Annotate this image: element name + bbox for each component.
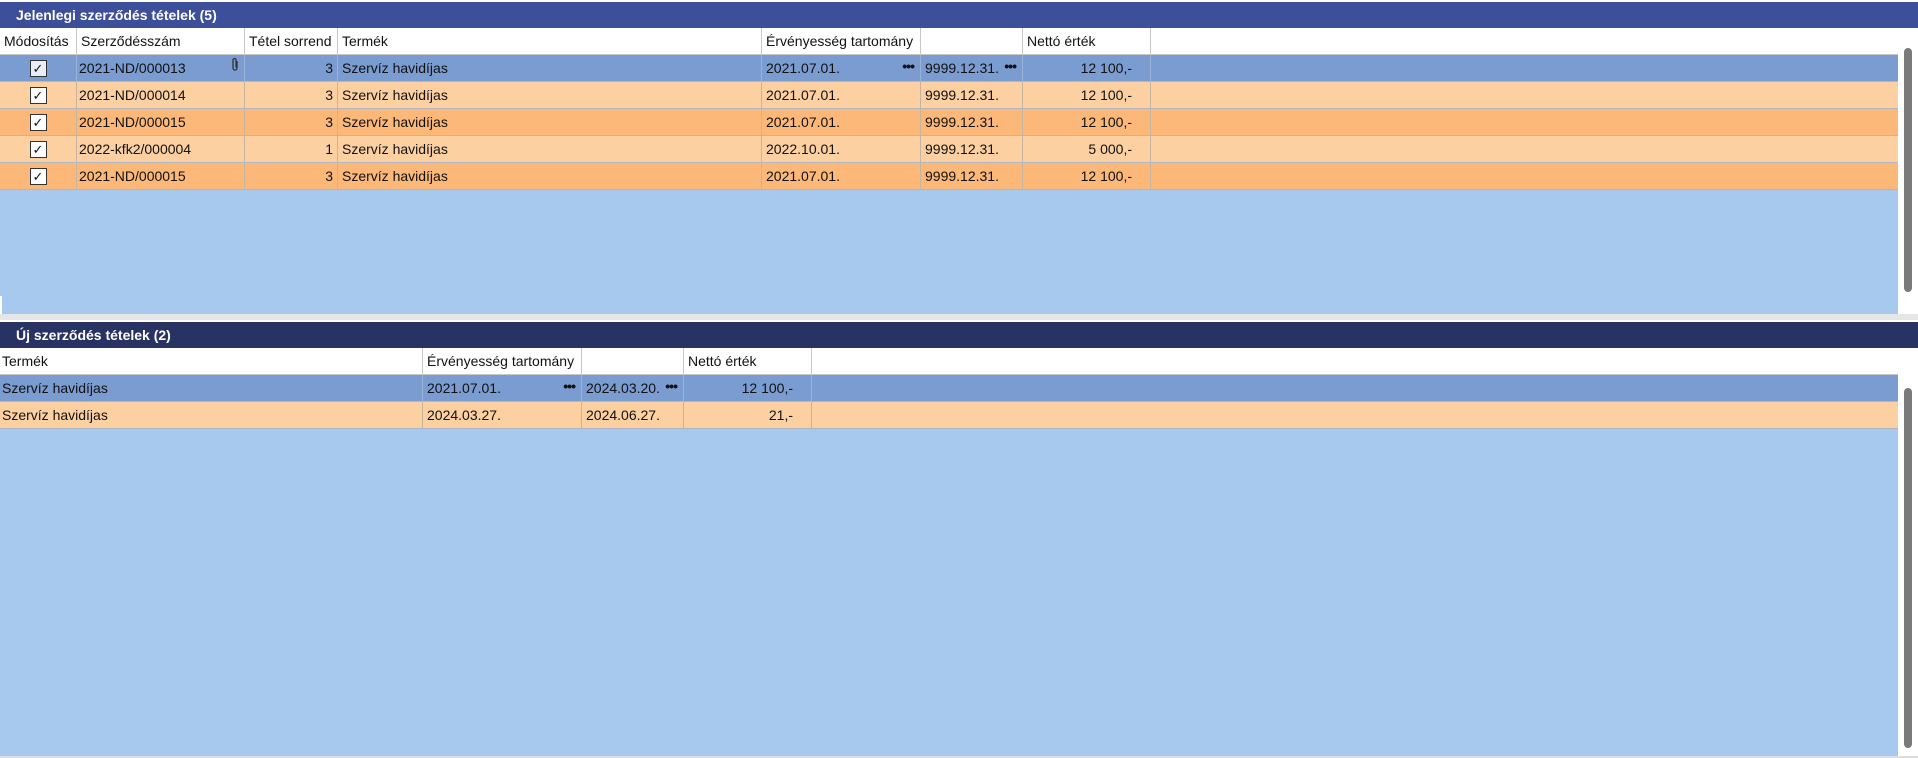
valid-to-cell[interactable]: 9999.12.31. (921, 163, 1023, 189)
valid-from-cell[interactable]: 2024.03.27. (423, 402, 582, 428)
net-value-cell: 12 100,- (1023, 55, 1151, 81)
contract-number-cell: 2021-ND/000015 (77, 109, 245, 135)
table-row[interactable]: ✓ 2021-ND/000013 3 Szervíz havidíjas 202… (0, 55, 1898, 82)
contract-number-cell: 2021-ND/000013 (77, 55, 245, 81)
net-value-cell: 12 100,- (684, 375, 812, 401)
col-termek[interactable]: Termék (338, 28, 762, 54)
col-ervenyesseg-to[interactable] (921, 28, 1023, 54)
current-contract-items-panel: Jelenlegi szerződés tételek (5) Módosítá… (0, 0, 1918, 316)
valid-from-value: 2021.07.01. (766, 60, 840, 76)
valid-from-cell[interactable]: 2021.07.01. ••• (423, 375, 582, 401)
net-value-cell: 21,- (684, 402, 812, 428)
table-row[interactable]: Szervíz havidíjas 2021.07.01. ••• 2024.03… (0, 375, 1898, 402)
product-cell: Szervíz havidíjas (338, 163, 762, 189)
paperclip-icon[interactable] (230, 55, 240, 81)
product-cell: Szervíz havidíjas (0, 375, 423, 401)
checkbox-icon[interactable]: ✓ (29, 114, 47, 131)
new-contract-items-panel: Új szerződés tételek (2) Termék Érvényes… (0, 320, 1918, 758)
net-value-cell: 12 100,- (1023, 109, 1151, 135)
order-cell: 3 (245, 55, 338, 81)
order-cell: 3 (245, 109, 338, 135)
modositas-checkbox-cell[interactable]: ✓ (0, 55, 77, 81)
col-szerzodesszam[interactable]: Szerződésszám (77, 28, 245, 54)
valid-to-cell[interactable]: 9999.12.31. ••• (921, 55, 1023, 81)
new-items-header: Termék Érvényesség tartomány Nettó érték (0, 348, 1918, 375)
valid-from-cell[interactable]: 2021.07.01. (762, 82, 921, 108)
modositas-checkbox-cell[interactable]: ✓ (0, 163, 77, 189)
modositas-checkbox-cell[interactable]: ✓ (0, 136, 77, 162)
product-cell: Szervíz havidíjas (338, 109, 762, 135)
table-row[interactable]: ✓ 2021-ND/000015 3 Szervíz havidíjas 202… (0, 109, 1898, 136)
checkbox-icon[interactable]: ✓ (29, 141, 47, 158)
contract-number-cell: 2021-ND/000014 (77, 82, 245, 108)
col-termek[interactable]: Termék (0, 348, 423, 374)
contract-number-cell: 2021-ND/000015 (77, 163, 245, 189)
product-cell: Szervíz havidíjas (338, 55, 762, 81)
net-value-cell: 12 100,- (1023, 163, 1151, 189)
col-modositas[interactable]: Módosítás (0, 28, 77, 54)
valid-to-cell[interactable]: 2024.03.20. ••• (582, 375, 684, 401)
product-cell: Szervíz havidíjas (0, 402, 423, 428)
product-cell: Szervíz havidíjas (338, 82, 762, 108)
col-netto-ertek[interactable]: Nettó érték (1023, 28, 1151, 54)
net-value-cell: 12 100,- (1023, 82, 1151, 108)
ellipsis-icon[interactable]: ••• (563, 375, 576, 397)
col-ervenyesseg-to[interactable] (582, 348, 684, 374)
ellipsis-icon[interactable]: ••• (665, 375, 678, 397)
contract-number-cell: 2022-kfk2/000004 (77, 136, 245, 162)
valid-to-cell[interactable]: 9999.12.31. (921, 136, 1023, 162)
col-ervenyesseg-from[interactable]: Érvényesség tartomány (762, 28, 921, 54)
table-row[interactable]: ✓ 2021-ND/000015 3 Szervíz havidíjas 202… (0, 163, 1898, 190)
current-items-title: Jelenlegi szerződés tételek (5) (0, 0, 1918, 28)
table-row[interactable]: ✓ 2022-kfk2/000004 1 Szervíz havidíjas 2… (0, 136, 1898, 163)
col-ervenyesseg-from[interactable]: Érvényesség tartomány (423, 348, 582, 374)
valid-from-cell[interactable]: 2021.07.01. (762, 163, 921, 189)
col-tetel-sorrend[interactable]: Tétel sorrend (245, 28, 338, 54)
scrollbar-thumb[interactable] (1904, 388, 1912, 748)
order-cell: 3 (245, 163, 338, 189)
product-cell: Szervíz havidíjas (338, 136, 762, 162)
ellipsis-icon[interactable]: ••• (1004, 55, 1017, 77)
checkbox-icon[interactable]: ✓ (29, 87, 47, 104)
valid-to-cell[interactable]: 2024.06.27. (582, 402, 684, 428)
scrollbar-thumb[interactable] (1904, 48, 1912, 292)
order-cell: 3 (245, 82, 338, 108)
order-cell: 1 (245, 136, 338, 162)
valid-from-cell[interactable]: 2021.07.01. ••• (762, 55, 921, 81)
valid-to-value: 9999.12.31. (925, 60, 999, 76)
table-row[interactable]: Szervíz havidíjas 2024.03.27. 2024.06.27… (0, 402, 1898, 429)
valid-to-value: 2024.03.20. (586, 380, 660, 396)
ellipsis-icon[interactable]: ••• (902, 55, 915, 77)
panel-edge (0, 296, 2, 314)
checkbox-icon[interactable]: ✓ (29, 60, 47, 77)
current-items-header: Módosítás Szerződésszám Tétel sorrend Te… (0, 28, 1918, 55)
valid-from-cell[interactable]: 2022.10.01. (762, 136, 921, 162)
col-netto-ertek[interactable]: Nettó érték (684, 348, 812, 374)
contract-number: 2021-ND/000013 (79, 60, 186, 76)
net-value-cell: 5 000,- (1023, 136, 1151, 162)
valid-from-value: 2021.07.01. (427, 380, 501, 396)
new-items-scrollbar[interactable] (1898, 348, 1918, 756)
valid-from-cell[interactable]: 2021.07.01. (762, 109, 921, 135)
table-row[interactable]: ✓ 2021-ND/000014 3 Szervíz havidíjas 202… (0, 82, 1898, 109)
modositas-checkbox-cell[interactable]: ✓ (0, 82, 77, 108)
new-items-title: Új szerződés tételek (2) (0, 320, 1918, 348)
current-items-scrollbar[interactable] (1898, 28, 1918, 314)
modositas-checkbox-cell[interactable]: ✓ (0, 109, 77, 135)
valid-to-cell[interactable]: 9999.12.31. (921, 82, 1023, 108)
checkbox-icon[interactable]: ✓ (29, 168, 47, 185)
valid-to-cell[interactable]: 9999.12.31. (921, 109, 1023, 135)
